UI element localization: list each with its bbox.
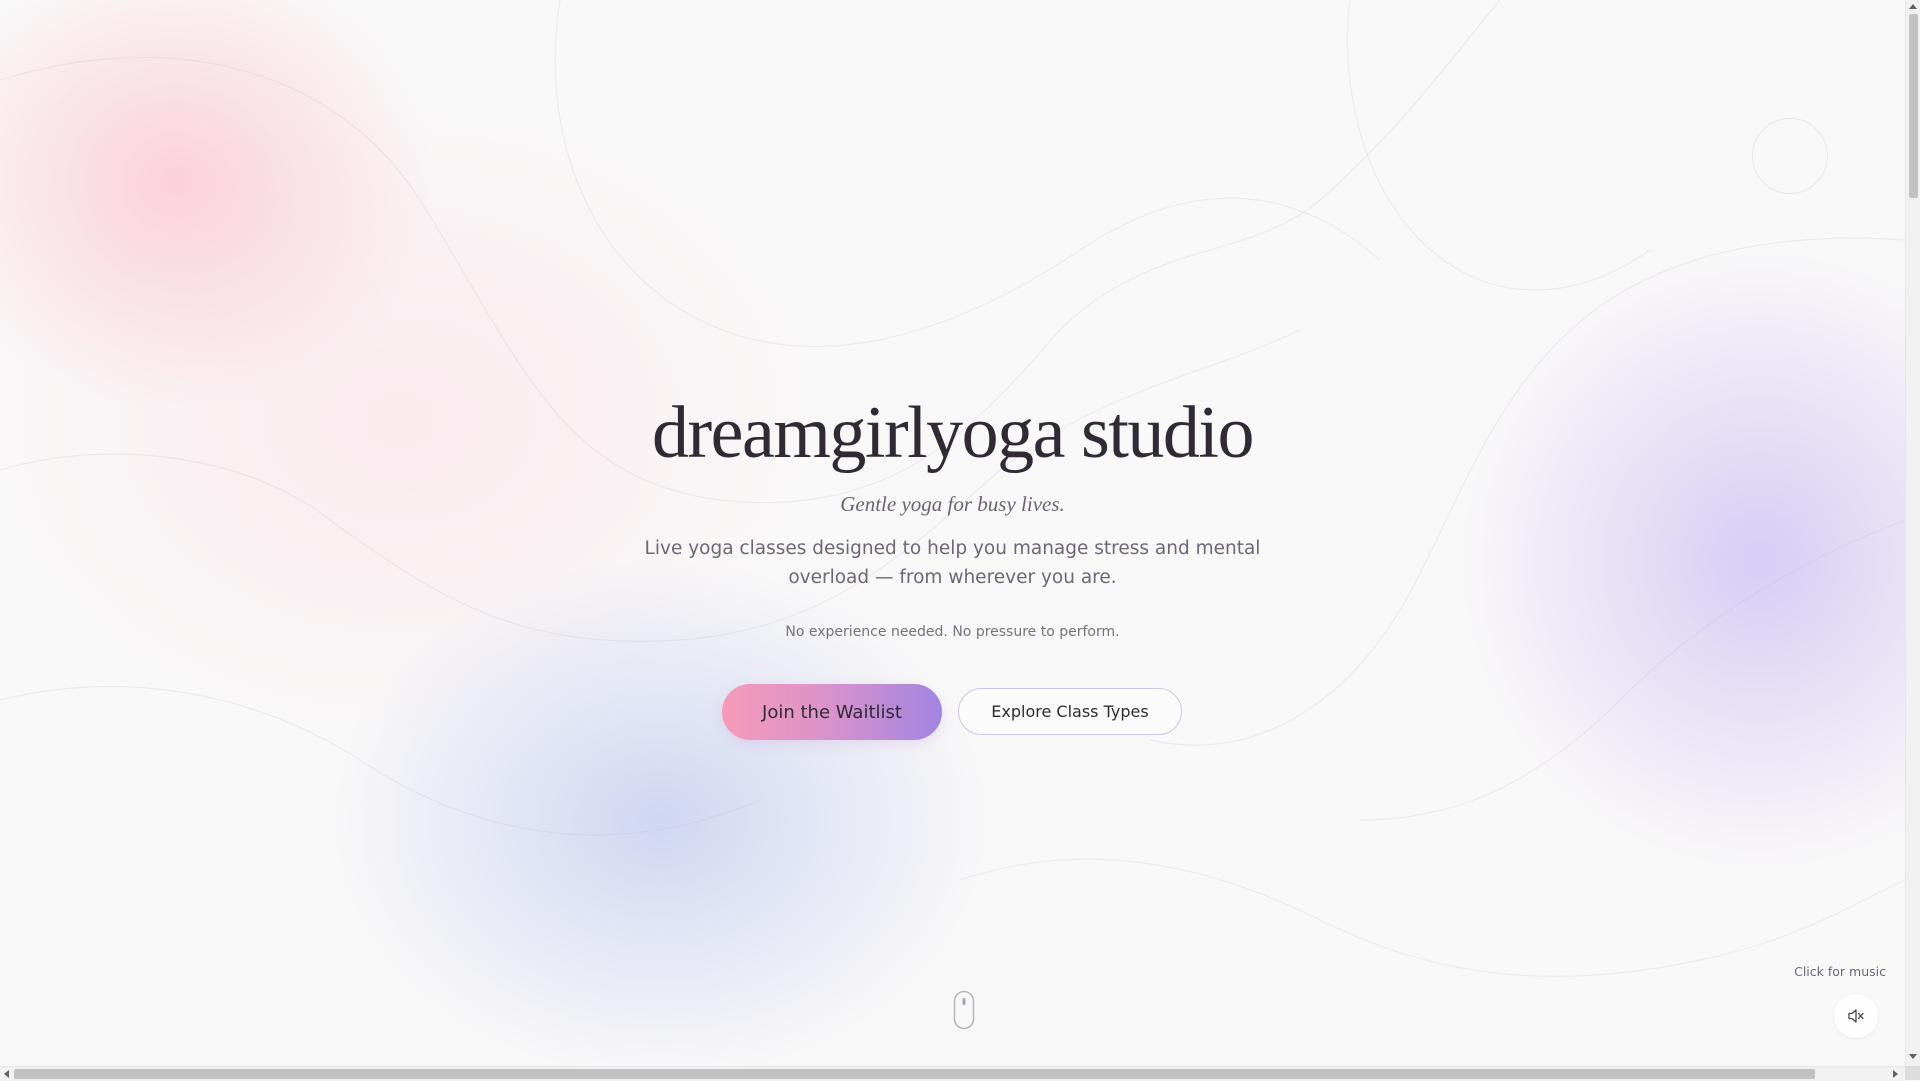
scroll-left-arrow-icon[interactable] [4, 1070, 9, 1078]
mouse-scroll-icon[interactable] [953, 990, 975, 1030]
scroll-right-arrow-icon[interactable] [1893, 1070, 1898, 1078]
page-title: dreamgirlyoga studio [652, 392, 1254, 474]
speaker-muted-icon [1848, 1009, 1864, 1023]
vertical-scrollbar-thumb[interactable] [1909, 14, 1918, 198]
hero-tagline: Gentle yoga for busy lives. [840, 492, 1065, 516]
hero-note: No experience needed. No pressure to per… [785, 624, 1120, 640]
music-label: Click for music [1794, 964, 1886, 979]
scrollbar-corner [1905, 1066, 1920, 1080]
page-viewport: dreamgirlyoga studio Gentle yoga for bus… [0, 0, 1905, 1066]
hero-description: Live yoga classes designed to help you m… [644, 538, 1261, 588]
sound-wave-icon [925, 339, 977, 365]
scroll-down-arrow-icon[interactable] [1909, 1054, 1917, 1059]
vertical-scrollbar[interactable] [1905, 0, 1920, 1066]
horizontal-scrollbar-thumb[interactable] [14, 1069, 1815, 1079]
horizontal-scrollbar[interactable] [0, 1066, 1905, 1081]
explore-class-types-button[interactable]: Explore Class Types [958, 688, 1182, 735]
hero-section: dreamgirlyoga studio Gentle yoga for bus… [0, 0, 1905, 1066]
scroll-up-arrow-icon[interactable] [1909, 4, 1917, 9]
music-toggle-button[interactable] [1834, 994, 1878, 1038]
join-waitlist-button[interactable]: Join the Waitlist [722, 684, 942, 740]
